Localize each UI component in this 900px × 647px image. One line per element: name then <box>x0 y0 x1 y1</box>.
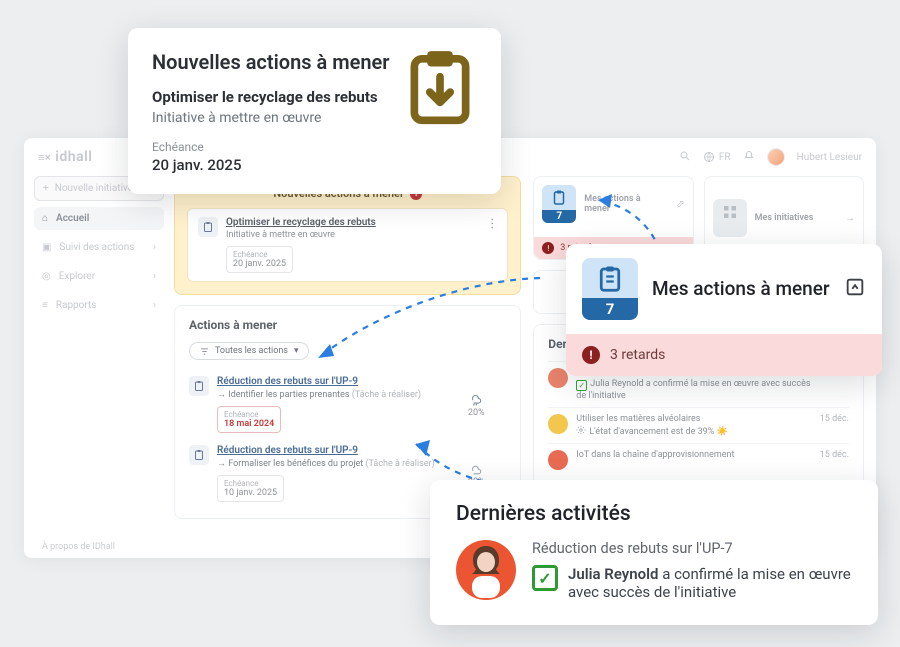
action-tag: (Tâche à réaliser) <box>365 459 434 469</box>
activity-person: Julia Reynold <box>568 565 658 583</box>
banner-item-sub: Initiative à mettre en œuvre <box>226 230 376 240</box>
nav-explore-label: Explorer <box>59 271 95 282</box>
action-title: Réduction des rebuts sur l'UP-9 <box>217 376 438 387</box>
activity-row[interactable]: Utiliser les matières alvéolaires L'état… <box>548 407 849 443</box>
header-right: FR Hubert Lesieur <box>679 148 862 166</box>
chart-icon: ≡ <box>42 300 48 311</box>
clipboard-download-icon <box>399 46 481 128</box>
alert-icon: ! <box>582 346 600 364</box>
activity-line1: Réduction des rebuts sur l'UP-7 <box>532 540 852 557</box>
user-name: Hubert Lesieur <box>797 152 862 163</box>
nav-reports[interactable]: ≡ Rapports › <box>34 294 164 317</box>
callout-alert-strip: ! 3 retards <box>566 334 882 376</box>
activity-line1: Utiliser les matières alvéolaires <box>576 414 811 424</box>
alert-icon: ! <box>542 242 554 254</box>
activity-row[interactable]: IoT dans la chaîne d'approvisionnement 1… <box>548 443 849 476</box>
actions-count: 7 <box>582 298 638 320</box>
open-icon: ⬀ <box>676 199 684 210</box>
check-icon: ✓ <box>532 565 558 591</box>
banner-item-title: Optimiser le recyclage des rebuts <box>226 217 376 228</box>
avatar <box>548 368 568 388</box>
tile-label: Mes actions à mener <box>584 194 668 214</box>
rain-icon <box>469 392 483 406</box>
callout-my-actions: 7 Mes actions à mener ! 3 retards <box>566 244 882 376</box>
action-subtitle: Identifier les parties prenantes <box>228 390 349 400</box>
activity-line1: IoT dans la chaîne d'approvisionnement <box>576 450 811 460</box>
actions-badge: 7 <box>582 258 638 320</box>
tile-badge: 7 <box>542 185 576 223</box>
clipboard-icon <box>189 376 209 396</box>
action-subtitle: Formaliser les bénéfices du projet <box>228 459 363 469</box>
action-tag: (Tâche à réaliser) <box>352 390 421 400</box>
tile-badge <box>713 199 747 237</box>
new-initiative-label: Nouvelle initiative <box>55 183 133 194</box>
open-icon[interactable] <box>844 276 866 302</box>
nav-reports-label: Rapports <box>56 300 97 311</box>
nav-explore[interactable]: ◎ Explorer › <box>34 265 164 288</box>
actions-filter[interactable]: Toutes les actions ▾ <box>189 342 309 360</box>
filter-icon <box>200 347 209 356</box>
activity-text: L'état d'avancement est de 39% ☀️ <box>589 427 728 437</box>
action-row[interactable]: Réduction des rebuts sur l'UP-9 Identifi… <box>189 370 506 439</box>
clipboard-icon <box>189 445 209 465</box>
callout-activities: Dernières activités Réduction des rebuts… <box>430 480 878 625</box>
user-avatar[interactable] <box>767 148 785 166</box>
chevron-right-icon: › <box>153 300 156 311</box>
arrow-right-icon: → <box>845 213 855 224</box>
clipboard-icon <box>198 217 218 237</box>
deadline-chip: Echéance 10 janv. 2025 <box>217 475 284 502</box>
callout-alert-text: 3 retards <box>610 347 665 363</box>
weather-metric: 20% <box>446 376 506 433</box>
clipboard-icon <box>595 264 625 294</box>
banner-item[interactable]: Optimiser le recyclage des rebuts Initia… <box>187 208 508 282</box>
activity-date: 15 déc. <box>820 450 849 460</box>
actions-filter-label: Toutes les actions <box>215 346 288 356</box>
nav-tracking[interactable]: ▣ Suivi des actions › <box>34 236 164 259</box>
gear-icon <box>576 425 586 435</box>
activity-date: 15 déc. <box>820 414 849 424</box>
notifications-icon[interactable] <box>743 150 755 165</box>
deadline-chip: Echéance 18 mai 2024 <box>217 406 281 433</box>
callout-my-actions-title: Mes actions à mener <box>652 278 830 300</box>
avatar <box>548 450 568 470</box>
cloud-icon <box>469 461 483 475</box>
chevron-down-icon: ▾ <box>294 346 299 356</box>
nav-home[interactable]: ⌂ Accueil <box>34 207 164 230</box>
compass-icon: ◎ <box>42 271 51 282</box>
kebab-icon[interactable]: ⋯ <box>486 218 500 231</box>
language-switch[interactable]: FR <box>703 151 731 163</box>
clipboard-icon <box>550 189 568 207</box>
brand-logo: idhall <box>38 149 92 165</box>
callout-deadline-label: Echéance <box>152 140 477 154</box>
user-avatar <box>456 540 516 600</box>
callout-activities-title: Dernières activités <box>456 502 852 526</box>
chevron-right-icon: › <box>153 271 156 282</box>
nav-tracking-label: Suivi des actions <box>59 242 134 253</box>
actions-panel-title: Actions à mener <box>189 318 506 332</box>
callout-deadline-value: 20 janv. 2025 <box>152 156 477 174</box>
home-icon: ⌂ <box>42 213 48 224</box>
activity-person: Julia Reynold <box>590 379 643 389</box>
callout-new-actions: Nouvelles actions à mener Optimiser le r… <box>128 28 501 194</box>
nav-home-label: Accueil <box>56 213 89 224</box>
plus-icon: + <box>43 183 49 194</box>
clipboard-icon: ▣ <box>42 242 51 253</box>
grid-icon <box>721 203 739 221</box>
deadline-chip: Echéance 20 janv. 2025 <box>226 246 293 273</box>
sidebar: + Nouvelle initiative ⌂ Accueil ▣ Suivi … <box>24 176 174 558</box>
avatar <box>548 414 568 434</box>
sidebar-footer: À propos de IDhall <box>34 536 164 558</box>
check-icon: ✓ <box>576 380 587 391</box>
search-icon[interactable] <box>679 150 691 165</box>
tile-label: Mes initiatives <box>755 213 837 223</box>
chevron-right-icon: › <box>153 242 156 253</box>
action-title: Réduction des rebuts sur l'UP-9 <box>217 445 438 456</box>
